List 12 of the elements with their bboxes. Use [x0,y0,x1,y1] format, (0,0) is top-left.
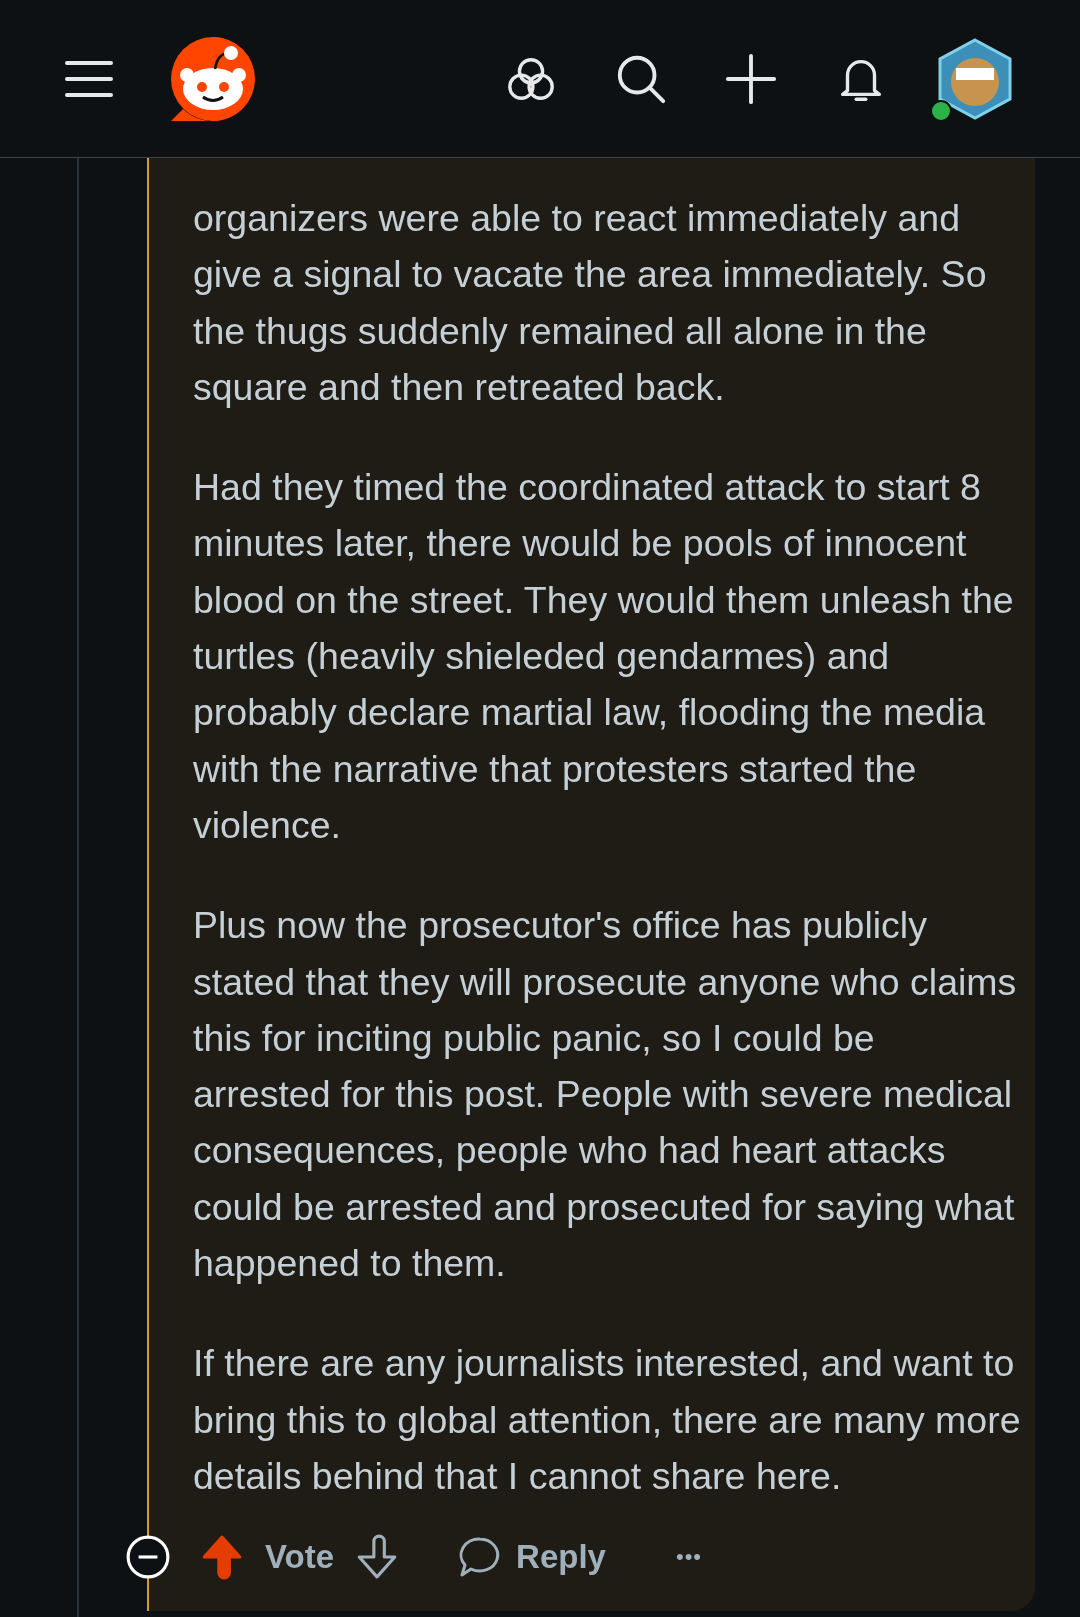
comment-paragraph: organizers were able to react immediately and give a signal to vacate the area immediately. So the thugs suddenly remained all alone in the square and then retreated back. [193,196,988,410]
upvote-icon[interactable] [201,1534,243,1580]
reply-button[interactable]: Reply [458,1535,606,1579]
create-icon[interactable] [724,51,778,106]
collapse-button[interactable] [125,1534,171,1580]
comment-paragraph: Plus now the prosecutor's office has publicly stated that they will prosecute anyone who claims this for inciting public panic, so I could be arrested for this post. People with severe medical consequences, people who had heart attacks could be arrested and prosecuted for saying what happened to them. [193,903,1018,1287]
menu-icon[interactable] [64,58,114,99]
more-options-button[interactable]: ••• [675,1544,703,1570]
downvote-icon[interactable] [356,1534,399,1580]
comment-paragraph: If there are any journalists interested, and want to bring this to global attention, there are many more details behind that I cannot share here. [193,1341,1021,1499]
vote-score: Vote [265,1538,335,1576]
comment-paragraph: Had they timed the coordinated attack to start 8 minutes later, there would be pools of innocent blood on the street. They would them unleash the turtles (heavily shieleded gendarmes) and probably declare martial law, flooding the media with the narrative that protesters started the violence. [193,465,1015,848]
